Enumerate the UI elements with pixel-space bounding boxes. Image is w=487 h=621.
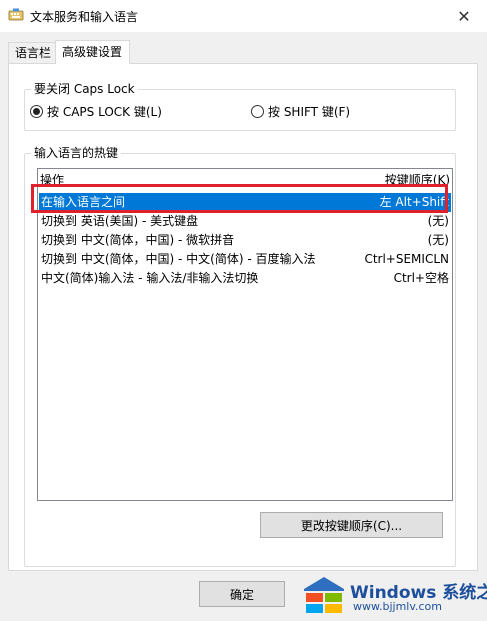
ok-button[interactable]: 确定 (199, 581, 285, 607)
row-action: 切换到 中文(简体，中国) - 中文(简体) - 百度输入法 (41, 252, 316, 266)
radio-shift[interactable]: 按 SHIFT 键(F) (251, 103, 350, 120)
radio-shift-label: 按 SHIFT 键(F) (268, 105, 351, 119)
row-keys: Ctrl+SEMICLN (364, 252, 449, 266)
window-title: 文本服务和输入语言 (30, 10, 139, 24)
close-button[interactable]: ✕ (441, 0, 487, 32)
hotkey-group: 输入语言的热键 操作 按键顺序(K) 在输入语言之间 左 Alt+Shift 切… (24, 146, 456, 567)
row-keys: Ctrl+空格 (393, 271, 449, 285)
row-keys: (无) (427, 233, 449, 247)
hotkey-row[interactable]: 切换到 中文(简体，中国) - 微软拼音 (无) (39, 231, 451, 250)
hotkey-legend: 输入语言的热键 (31, 146, 122, 160)
radio-unchecked-icon (251, 105, 264, 118)
caps-lock-legend: 要关闭 Caps Lock (31, 82, 138, 96)
caps-lock-group: 要关闭 Caps Lock 按 CAPS LOCK 键(L) 按 SHIFT 键… (24, 82, 456, 131)
dialog-body: 语言栏 高级键设置 要关闭 Caps Lock 按 CAPS LOCK 键(L)… (0, 32, 487, 621)
radio-checked-icon (30, 105, 43, 118)
change-key-sequence-button[interactable]: 更改按键顺序(C)... (260, 512, 443, 538)
keyboard-icon (8, 8, 24, 22)
row-action: 切换到 中文(简体，中国) - 微软拼音 (41, 233, 235, 247)
row-keys: (无) (427, 214, 449, 228)
radio-caps-lock-label: 按 CAPS LOCK 键(L) (47, 105, 162, 119)
watermark: Windows 系统之家 www.bjjmlv.com (298, 569, 487, 621)
highlight-annotation (31, 184, 448, 213)
close-icon: ✕ (457, 6, 471, 26)
row-action: 切换到 英语(美国) - 美式键盘 (41, 214, 199, 228)
hotkey-row[interactable]: 切换到 英语(美国) - 美式键盘 (无) (39, 212, 451, 231)
tab-advanced-key-settings[interactable]: 高级键设置 (55, 40, 130, 64)
tab-panel: 要关闭 Caps Lock 按 CAPS LOCK 键(L) 按 SHIFT 键… (8, 63, 478, 571)
hotkey-list[interactable]: 操作 按键顺序(K) 在输入语言之间 左 Alt+Shift 切换到 英语(美国… (37, 168, 453, 501)
watermark-url: www.bjjmlv.com (353, 600, 442, 613)
title-bar: 文本服务和输入语言 ✕ (0, 0, 487, 32)
hotkey-row[interactable]: 切换到 中文(简体，中国) - 中文(简体) - 百度输入法 Ctrl+SEMI… (39, 250, 451, 269)
tab-language-bar[interactable]: 语言栏 (8, 42, 56, 64)
hotkey-row[interactable]: 中文(简体)输入法 - 输入法/非输入法切换 Ctrl+空格 (39, 269, 451, 288)
windows-logo-icon (302, 575, 346, 618)
radio-caps-lock[interactable]: 按 CAPS LOCK 键(L) (30, 103, 162, 120)
row-action: 中文(简体)输入法 - 输入法/非输入法切换 (41, 271, 259, 285)
